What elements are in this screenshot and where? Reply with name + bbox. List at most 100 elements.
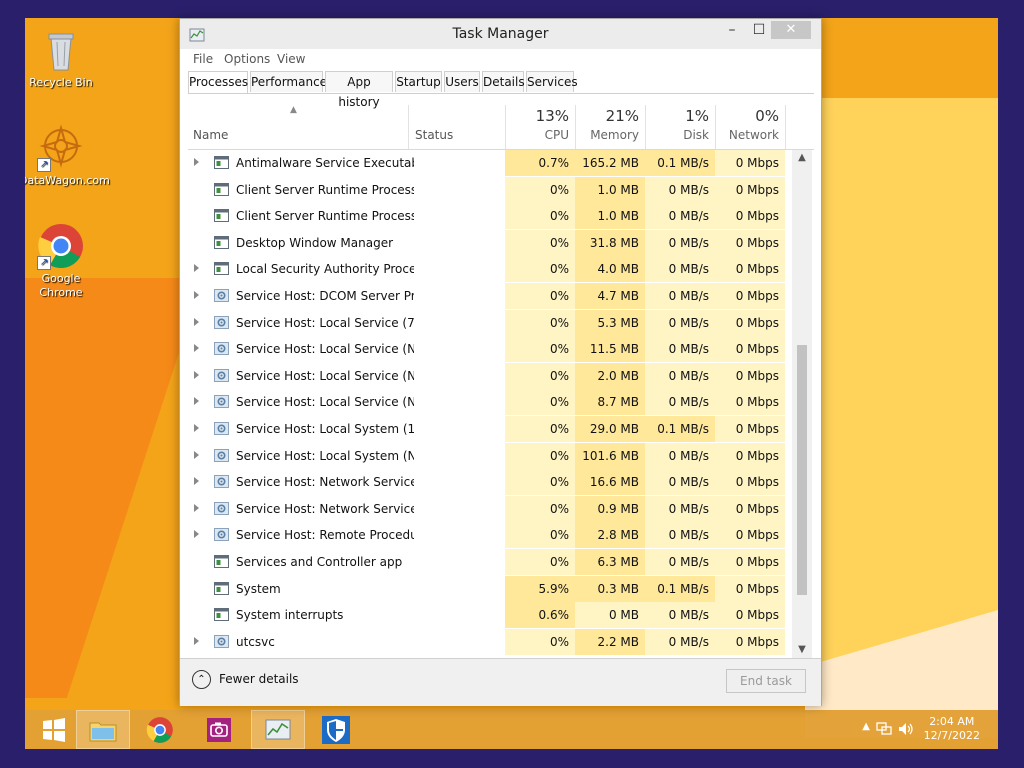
volume-icon[interactable]: [898, 722, 914, 736]
process-cpu-cell: 0%: [505, 256, 575, 283]
process-memory-cell: 101.6 MB: [575, 442, 645, 469]
expand-arrow-icon[interactable]: [194, 450, 199, 459]
process-memory-cell: 1.0 MB: [575, 203, 645, 230]
shield-icon: [322, 715, 350, 744]
end-task-button[interactable]: End task: [726, 669, 806, 693]
expand-arrow-icon[interactable]: [194, 264, 199, 273]
network-icon[interactable]: [876, 722, 892, 736]
process-name: Service Host: Local Service (No ...: [236, 395, 414, 410]
windows-logo-icon: [43, 717, 65, 742]
process-row[interactable]: Service Host: Local Service (No ... 0%8.7…: [188, 389, 792, 416]
tab-details[interactable]: Details: [482, 71, 525, 92]
process-row[interactable]: System interrupts 0.6% 0 MB 0 MB/s 0 Mbps: [188, 602, 792, 629]
process-network-cell: 0 Mbps: [715, 389, 785, 416]
process-row[interactable]: Client Server Runtime Process 0% 1.0 MB 0 M…: [188, 203, 792, 230]
expand-arrow-icon[interactable]: [194, 344, 199, 353]
process-name: System interrupts: [236, 608, 344, 623]
scroll-up-arrow-icon[interactable]: ▲: [792, 150, 812, 166]
title-bar[interactable]: Task Manager – ☐ ✕: [180, 19, 821, 49]
desktop-wallpaper-shape: [805, 98, 998, 698]
column-header-disk[interactable]: 1% Disk: [645, 97, 715, 149]
maximize-button[interactable]: ☐: [747, 21, 771, 39]
menu-view[interactable]: View: [277, 52, 305, 66]
chrome-icon: ↗: [37, 222, 85, 270]
expand-arrow-icon[interactable]: [194, 477, 199, 486]
process-row[interactable]: Local Security Authority Process... 0%4.0…: [188, 256, 792, 283]
taskbar-camera-app[interactable]: [192, 710, 246, 749]
process-cpu-cell: 5.9%: [505, 575, 575, 602]
process-row[interactable]: Service Host: Local Service (7) 0% 5.3 MB 0…: [188, 309, 792, 336]
taskbar-task-manager[interactable]: [251, 710, 305, 749]
process-disk-cell: 0 MB/s: [645, 549, 715, 575]
expand-arrow-icon[interactable]: [194, 424, 199, 432]
expand-arrow-icon[interactable]: [194, 370, 199, 379]
process-row[interactable]: Service Host: Network Service (... 0%0.9 …: [188, 495, 792, 522]
disk-percent: 1%: [685, 107, 709, 125]
taskbar-chrome[interactable]: [133, 710, 187, 749]
process-list: Antimalware Service Executable 0.7% 165.2 …: [188, 150, 792, 658]
process-memory-cell: 11.5 MB: [575, 336, 645, 363]
menu-options[interactable]: Options: [224, 52, 270, 66]
scroll-down-arrow-icon[interactable]: ▼: [792, 642, 812, 658]
expand-arrow-icon[interactable]: [194, 397, 199, 406]
expand-arrow-icon[interactable]: [194, 503, 199, 512]
expand-arrow-icon[interactable]: [194, 291, 199, 299]
process-row[interactable]: Desktop Window Manager 0% 31.8 MB 0 MB/s 0 M…: [188, 229, 792, 256]
process-row[interactable]: Services and Controller app 0% 6.3 MB 0 MB/…: [188, 549, 792, 575]
tab-processes[interactable]: Processes: [188, 71, 248, 93]
process-name: Service Host: Local System (17): [236, 422, 414, 436]
tab-startup[interactable]: Startup: [395, 71, 442, 92]
process-row[interactable]: Service Host: Network Service (5) 0%16.6 …: [188, 469, 792, 496]
column-header-cpu[interactable]: 13% CPU: [505, 97, 575, 149]
process-cpu-cell: 0%: [505, 522, 575, 549]
tab-users[interactable]: Users: [444, 71, 480, 92]
vertical-scrollbar[interactable]: ▲ ▼: [792, 150, 812, 658]
clock-date: 12/7/2022: [923, 729, 980, 742]
process-gear-icon: [214, 501, 229, 515]
taskbar-file-explorer[interactable]: [76, 710, 130, 749]
clock[interactable]: 2:04 AM 12/7/2022: [924, 715, 980, 743]
process-name: Service Host: DCOM Server Proc...: [236, 289, 414, 303]
process-disk-cell: 0 MB/s: [645, 522, 715, 549]
process-row[interactable]: Antimalware Service Executable 0.7% 165.2 …: [188, 150, 792, 176]
column-header-network[interactable]: 0% Network: [715, 97, 785, 149]
close-button[interactable]: ✕: [771, 21, 811, 39]
tab-performance[interactable]: Performance: [250, 71, 327, 92]
process-disk-cell: 0 MB/s: [645, 256, 715, 283]
process-disk-cell: 0 MB/s: [645, 602, 715, 629]
task-manager-window: Task Manager – ☐ ✕ File Options View Pro…: [179, 18, 822, 706]
tab-app-history[interactable]: App history: [325, 71, 393, 109]
expand-arrow-icon[interactable]: [194, 317, 199, 326]
desktop-icon-datawagon[interactable]: ↗ DataWagon.com: [25, 124, 110, 188]
process-row[interactable]: Client Server Runtime Process 0% 1.0 MB 0 M…: [188, 176, 792, 203]
process-cpu-cell: 0%: [505, 203, 575, 230]
column-label-status: Status: [415, 128, 454, 142]
scrollbar-thumb[interactable]: [797, 345, 807, 595]
column-header-status[interactable]: Status: [408, 97, 505, 149]
process-row[interactable]: Service Host: Local Service (Net... 0%11.…: [188, 336, 792, 363]
column-header-memory[interactable]: 21% Memory: [575, 97, 645, 149]
expand-arrow-icon[interactable]: [194, 530, 199, 539]
process-row[interactable]: Service Host: DCOM Server Proc... 0%4.7 M…: [188, 283, 792, 309]
show-hidden-icons-icon[interactable]: ▲: [862, 721, 870, 732]
menu-file[interactable]: File: [193, 52, 213, 66]
minimize-button[interactable]: –: [720, 21, 744, 39]
process-row[interactable]: Service Host: Local System (17) 0% 29.0 MB…: [188, 416, 792, 442]
expand-arrow-icon[interactable]: [194, 636, 199, 645]
expand-arrow-icon[interactable]: [194, 158, 199, 166]
process-name: utcsvc: [236, 634, 275, 649]
process-row[interactable]: System 5.9% 0.3 MB 0.1 MB/s 0 Mbps: [188, 575, 792, 602]
process-cpu-cell: 0.6%: [505, 602, 575, 629]
taskbar-defender[interactable]: [309, 710, 363, 749]
process-network-cell: 0 Mbps: [715, 495, 785, 522]
process-memory-cell: 1.0 MB: [575, 176, 645, 203]
desktop-icon-google-chrome[interactable]: ↗ Google Chrome: [25, 222, 103, 300]
process-row[interactable]: utcsvc 0% 2.2 MB 0 MB/s 0 Mbps: [188, 628, 792, 655]
process-row[interactable]: Service Host: Local System (Net... 0%101.…: [188, 442, 792, 469]
desktop-icon-recycle-bin[interactable]: Recycle Bin: [25, 26, 103, 90]
column-header-name[interactable]: Name: [188, 97, 408, 149]
process-row[interactable]: Service Host: Local Service (No I... 0%2.…: [188, 362, 792, 389]
tab-services[interactable]: Services: [526, 71, 578, 92]
start-button[interactable]: [27, 710, 81, 749]
process-row[interactable]: Service Host: Remote Procedure... 0%2.8 M…: [188, 522, 792, 549]
